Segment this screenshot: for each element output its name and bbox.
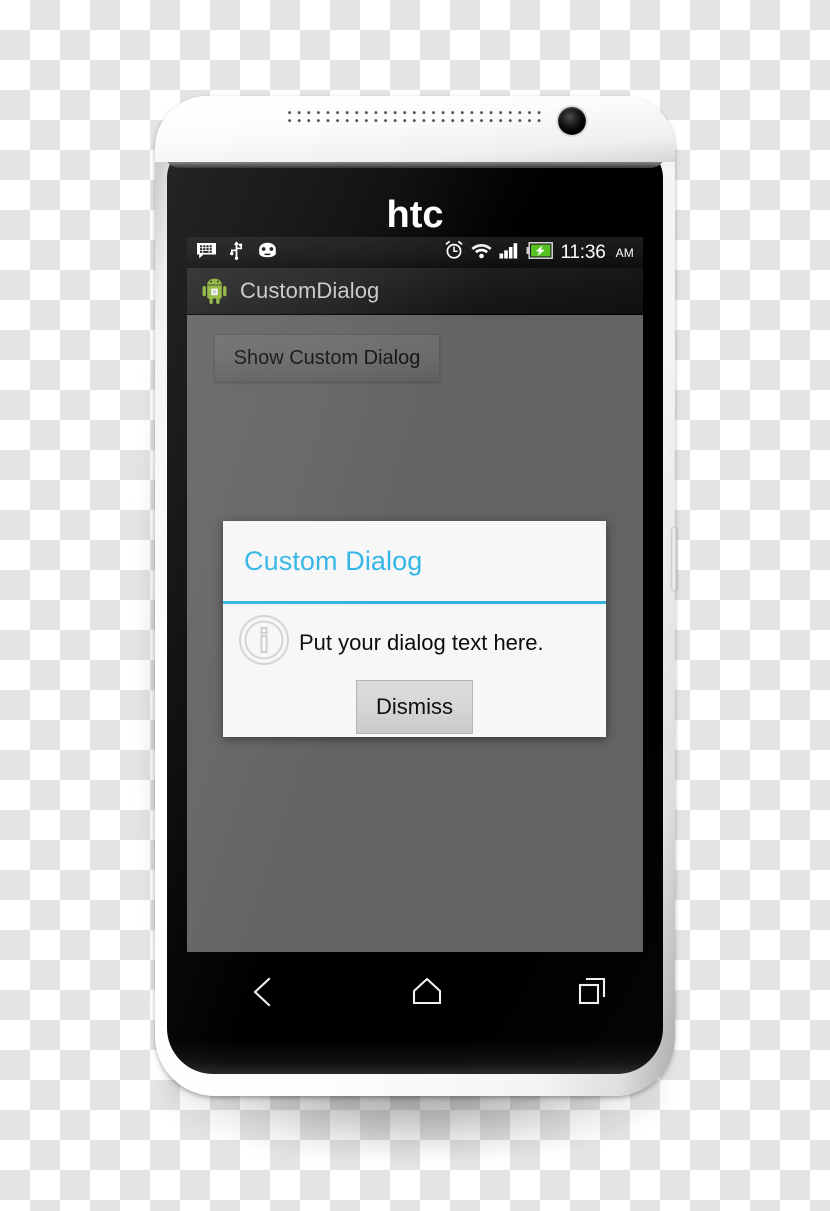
wifi-icon xyxy=(471,242,493,264)
phone-device: htc 11:36 AM CustomDialog Show Custom Di… xyxy=(143,96,677,1156)
home-button[interactable] xyxy=(382,976,472,1011)
dialog-title-bar: Custom Dialog xyxy=(223,521,606,604)
speaker-grille xyxy=(288,111,542,127)
app-title: CustomDialog xyxy=(240,278,380,303)
usb-icon xyxy=(229,240,244,265)
dialog-message-text: Put your dialog text here. xyxy=(299,629,544,655)
dialog-button-row: Dismiss xyxy=(223,680,606,734)
recent-apps-squares-icon xyxy=(577,976,607,1011)
back-button[interactable] xyxy=(217,976,307,1013)
action-bar: CustomDialog xyxy=(187,268,643,315)
custom-dialog: Custom Dialog Put your dialog text here. xyxy=(223,521,606,737)
dialog-body: Put your dialog text here. xyxy=(223,604,606,671)
status-bar: 11:36 AM xyxy=(187,237,643,268)
status-bar-notifications xyxy=(196,240,279,265)
status-bar-system-icons: 11:36 AM xyxy=(444,240,634,265)
sms-message-icon xyxy=(196,242,217,264)
dialog-title: Custom Dialog xyxy=(244,545,423,576)
show-custom-dialog-button[interactable]: Show Custom Dialog xyxy=(214,334,440,382)
info-circle-icon xyxy=(238,614,290,671)
home-house-icon xyxy=(411,976,443,1011)
android-debug-icon xyxy=(256,242,279,263)
dismiss-button[interactable]: Dismiss xyxy=(356,680,473,734)
app-content-area: Show Custom Dialog Custom Dialog Put you… xyxy=(187,315,643,952)
htc-brand-logo: htc xyxy=(386,194,444,236)
navigation-bar xyxy=(179,952,663,1072)
android-robot-icon xyxy=(201,278,228,305)
status-clock-time: 11:36 xyxy=(560,242,606,263)
back-chevron-icon xyxy=(249,976,275,1013)
status-clock-period: AM xyxy=(615,245,634,260)
alarm-clock-icon xyxy=(444,240,464,265)
front-camera-lens xyxy=(558,107,586,135)
device-front-glass: htc 11:36 AM CustomDialog Show Custom Di… xyxy=(167,144,663,1074)
screen-chin-gloss xyxy=(167,1040,663,1074)
phone-screen: 11:36 AM CustomDialog Show Custom Dialog… xyxy=(187,237,643,952)
recent-apps-button[interactable] xyxy=(547,976,637,1011)
volume-button[interactable] xyxy=(672,528,677,590)
device-top-cap xyxy=(155,96,675,162)
battery-charging-icon xyxy=(526,241,554,264)
cellular-signal-icon xyxy=(499,242,519,264)
